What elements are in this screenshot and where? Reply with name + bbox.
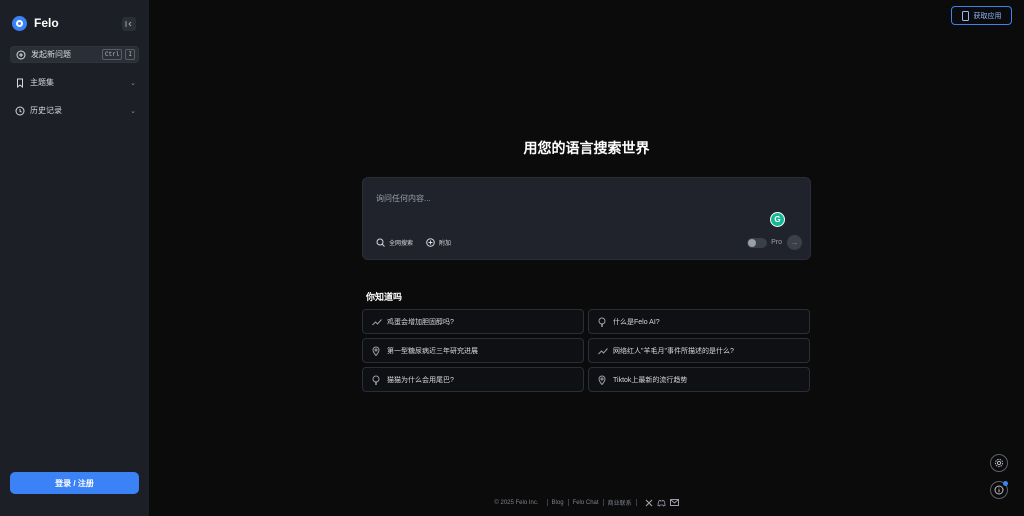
suggestion-card[interactable]: 鸡蛋会增加胆固醇吗?: [362, 309, 584, 334]
get-app-button[interactable]: 获取应用: [951, 6, 1012, 25]
suggestion-label: 网络红人"羊毛月"事件所描述的是什么?: [613, 347, 734, 355]
arrow-right-icon: →: [790, 238, 799, 247]
pro-label: Pro: [771, 239, 782, 246]
copyright: © 2025 Felo Inc.: [494, 499, 539, 506]
send-button[interactable]: →: [787, 235, 802, 250]
get-app-label: 获取应用: [973, 12, 1002, 20]
login-register-button[interactable]: 登录 / 注册: [10, 472, 139, 494]
suggestion-label: 猫猫为什么会用尾巴?: [387, 376, 454, 384]
pro-toggle[interactable]: [747, 237, 768, 248]
suggestion-card[interactable]: 第一型糖尿病近三年研究进展: [362, 338, 584, 363]
suggestion-label: 什么是Felo AI?: [613, 318, 660, 326]
trend-icon: [598, 347, 608, 355]
mail-icon[interactable]: [669, 499, 679, 506]
page-title: 用您的语言搜索世界: [523, 140, 650, 156]
sidebar: Felo 发起新问题 Ctrl I 主题集 ⌄ 历史记录 ⌄ 登录 / 注册: [0, 0, 149, 516]
history-icon: [14, 105, 25, 116]
footer-link-business[interactable]: 商业联系: [608, 498, 632, 507]
notification-dot: [1003, 481, 1008, 486]
chat-plus-icon: [15, 49, 26, 60]
pin-icon: [598, 375, 608, 385]
attach-button[interactable]: 附加: [426, 238, 451, 247]
divider: [602, 499, 604, 506]
pro-controls: Pro →: [747, 235, 802, 250]
collapse-left-icon: [125, 21, 132, 27]
suggestion-card[interactable]: 什么是Felo AI?: [588, 309, 810, 334]
collapse-sidebar-button[interactable]: [122, 17, 136, 31]
new-question-label: 发起新问题: [31, 50, 71, 59]
info-button[interactable]: [990, 481, 1008, 499]
phone-icon: [961, 10, 969, 21]
pin-icon: [372, 346, 382, 356]
bulb-icon: [598, 317, 608, 327]
search-box: G 全网搜索 附加 Pro →: [362, 177, 811, 260]
sidebar-item-label: 历史记录: [30, 106, 62, 115]
grammarly-icon[interactable]: G: [770, 212, 785, 227]
felo-logo-icon: [12, 15, 27, 31]
trend-icon: [372, 318, 382, 326]
new-question-button[interactable]: 发起新问题 Ctrl I: [10, 46, 139, 63]
suggestion-label: 第一型糖尿病近三年研究进展: [387, 347, 478, 355]
sidebar-item-label: 主题集: [30, 78, 54, 87]
suggestion-grid: 鸡蛋会增加胆固醇吗? 什么是Felo AI? 第一型糖尿病近三年研究进展 网络红…: [362, 309, 811, 392]
discord-icon[interactable]: [657, 499, 666, 507]
x-twitter-icon[interactable]: [645, 499, 653, 507]
bulb-icon: [372, 375, 382, 385]
divider: [546, 499, 548, 506]
did-you-know-title: 你知道吗: [366, 292, 403, 302]
suggestion-label: 鸡蛋会增加胆固醇吗?: [387, 318, 454, 326]
shortcut-key-i: I: [125, 49, 135, 60]
search-icon: [376, 238, 385, 247]
divider: [635, 499, 637, 506]
sidebar-item-topics[interactable]: 主题集 ⌄: [10, 74, 139, 91]
footer-link-felo-chat[interactable]: Felo Chat: [573, 500, 599, 506]
info-icon: [994, 485, 1004, 495]
footer-link-blog[interactable]: Blog: [552, 500, 564, 506]
gear-icon: [994, 458, 1004, 468]
attach-label: 附加: [439, 241, 452, 247]
divider: [567, 499, 569, 506]
settings-button[interactable]: [990, 454, 1008, 472]
full-search-button[interactable]: 全网搜索: [376, 238, 413, 247]
app-root: Felo 发起新问题 Ctrl I 主题集 ⌄ 历史记录 ⌄ 登录 / 注册 获…: [0, 0, 1024, 516]
brand-name: Felo: [34, 16, 59, 30]
shortcut-key-ctrl: Ctrl: [101, 49, 123, 60]
plus-circle-icon: [426, 238, 435, 247]
chevron-down-icon: ⌄: [130, 107, 136, 115]
suggestion-card[interactable]: Tiktok上最新的流行趋势: [588, 367, 810, 392]
full-search-label: 全网搜索: [389, 241, 414, 247]
bookmark-icon: [14, 77, 25, 88]
shortcut-hint: Ctrl I: [99, 49, 135, 60]
suggestion-card[interactable]: 猫猫为什么会用尾巴?: [362, 367, 584, 392]
sidebar-item-history[interactable]: 历史记录 ⌄: [10, 102, 139, 119]
search-input[interactable]: [376, 194, 676, 203]
chevron-down-icon: ⌄: [130, 79, 136, 87]
footer: © 2025 Felo Inc. Blog Felo Chat 商业联系: [149, 498, 1024, 507]
suggestion-card[interactable]: 网络红人"羊毛月"事件所描述的是什么?: [588, 338, 810, 363]
sidebar-nav: 发起新问题 Ctrl I 主题集 ⌄ 历史记录 ⌄: [0, 46, 149, 119]
main-area: 获取应用 用您的语言搜索世界 G 全网搜索 附加 Pro →: [149, 0, 1024, 516]
suggestion-label: Tiktok上最新的流行趋势: [613, 376, 688, 384]
